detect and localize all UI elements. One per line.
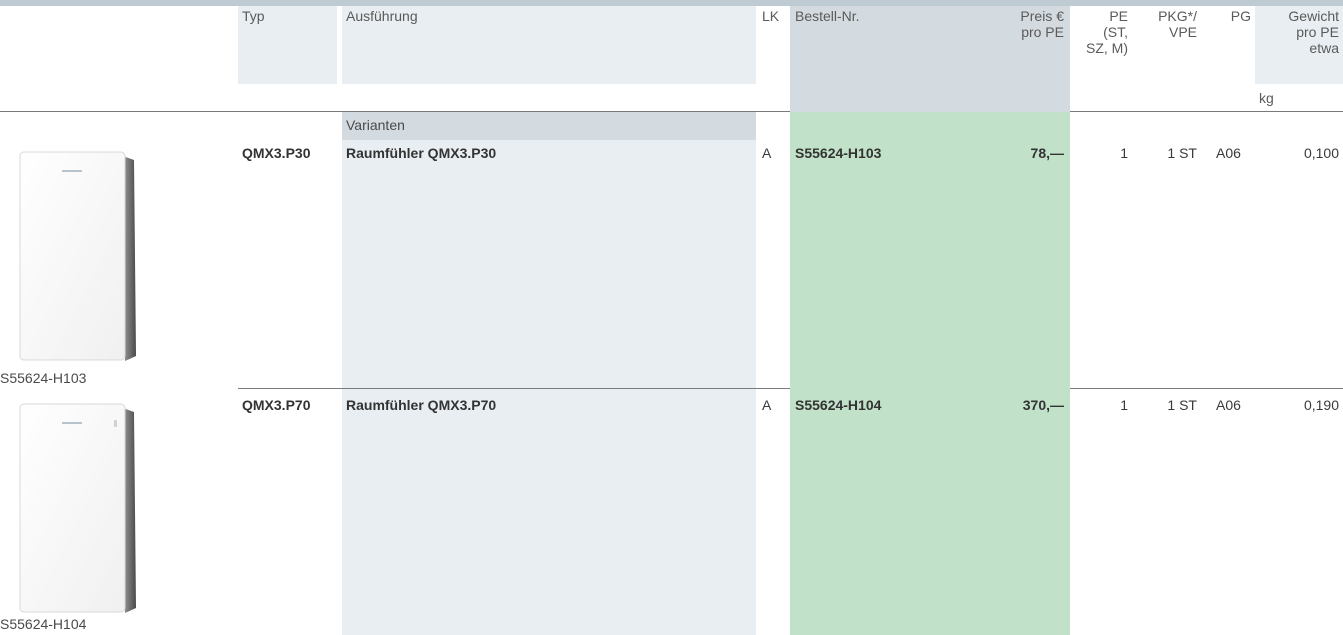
- row-ausfuehrung: Raumfühler QMX3.P70: [346, 397, 497, 413]
- room-sensor-image: [19, 403, 136, 613]
- room-sensor-image: [19, 151, 136, 361]
- order-body-panel: [790, 112, 1070, 635]
- row-ausfuehrung: Raumfühler QMX3.P30: [346, 145, 497, 161]
- row-pg: A06: [1216, 145, 1241, 161]
- row-preis: 78,—: [1030, 145, 1064, 161]
- section-label-varianten: Varianten: [346, 117, 405, 133]
- header-pkg-line1: PKG*/: [1158, 8, 1197, 24]
- header-divider-right: [1070, 111, 1343, 112]
- header-gewicht-line1: Gewicht: [1288, 8, 1339, 24]
- header-unit-kg: kg: [1259, 90, 1274, 106]
- row-divider-left: [238, 388, 790, 389]
- header-divider-left: [0, 111, 790, 112]
- row-typ: QMX3.P70: [242, 397, 311, 413]
- row-bestell-nr: S55624-H104: [795, 397, 882, 413]
- row-preis: 370,—: [1022, 397, 1064, 413]
- row-gewicht: 0,190: [1303, 397, 1339, 413]
- row-lk: A: [762, 397, 772, 413]
- header-preis-line2: pro PE: [1021, 24, 1064, 40]
- header-gewicht-line2: pro PE: [1296, 24, 1339, 40]
- header-bestell-nr: Bestell-Nr.: [795, 8, 860, 24]
- row-pkg: 1 ST: [1167, 397, 1197, 413]
- ausfuehrung-body-panel: [342, 112, 756, 635]
- row-pg: A06: [1216, 397, 1241, 413]
- header-preis-line1: Preis €: [1020, 8, 1064, 24]
- header-pe-line2: (ST,: [1103, 24, 1128, 40]
- row-divider-right: [1070, 388, 1343, 389]
- header-pe-line3: SZ, M): [1086, 40, 1128, 56]
- header-lk: LK: [762, 8, 780, 24]
- header-pkg-line2: VPE: [1168, 24, 1197, 40]
- image-caption: S55624-H103: [0, 370, 87, 386]
- row-pkg: 1 ST: [1167, 145, 1197, 161]
- image-caption: S55624-H104: [0, 616, 87, 632]
- header-typ: Typ: [242, 8, 265, 24]
- header-gewicht-line3: etwa: [1309, 40, 1339, 56]
- row-typ: QMX3.P30: [242, 145, 311, 161]
- row-pe: 1: [1120, 397, 1128, 413]
- row-lk: A: [762, 145, 772, 161]
- header-pg: PG: [1230, 8, 1251, 24]
- row-bestell-nr: S55624-H103: [795, 145, 882, 161]
- row-pe: 1: [1120, 145, 1128, 161]
- header-ausfuehrung: Ausführung: [346, 8, 418, 24]
- header-pe-line1: PE: [1109, 8, 1128, 24]
- row-gewicht: 0,100: [1303, 145, 1339, 161]
